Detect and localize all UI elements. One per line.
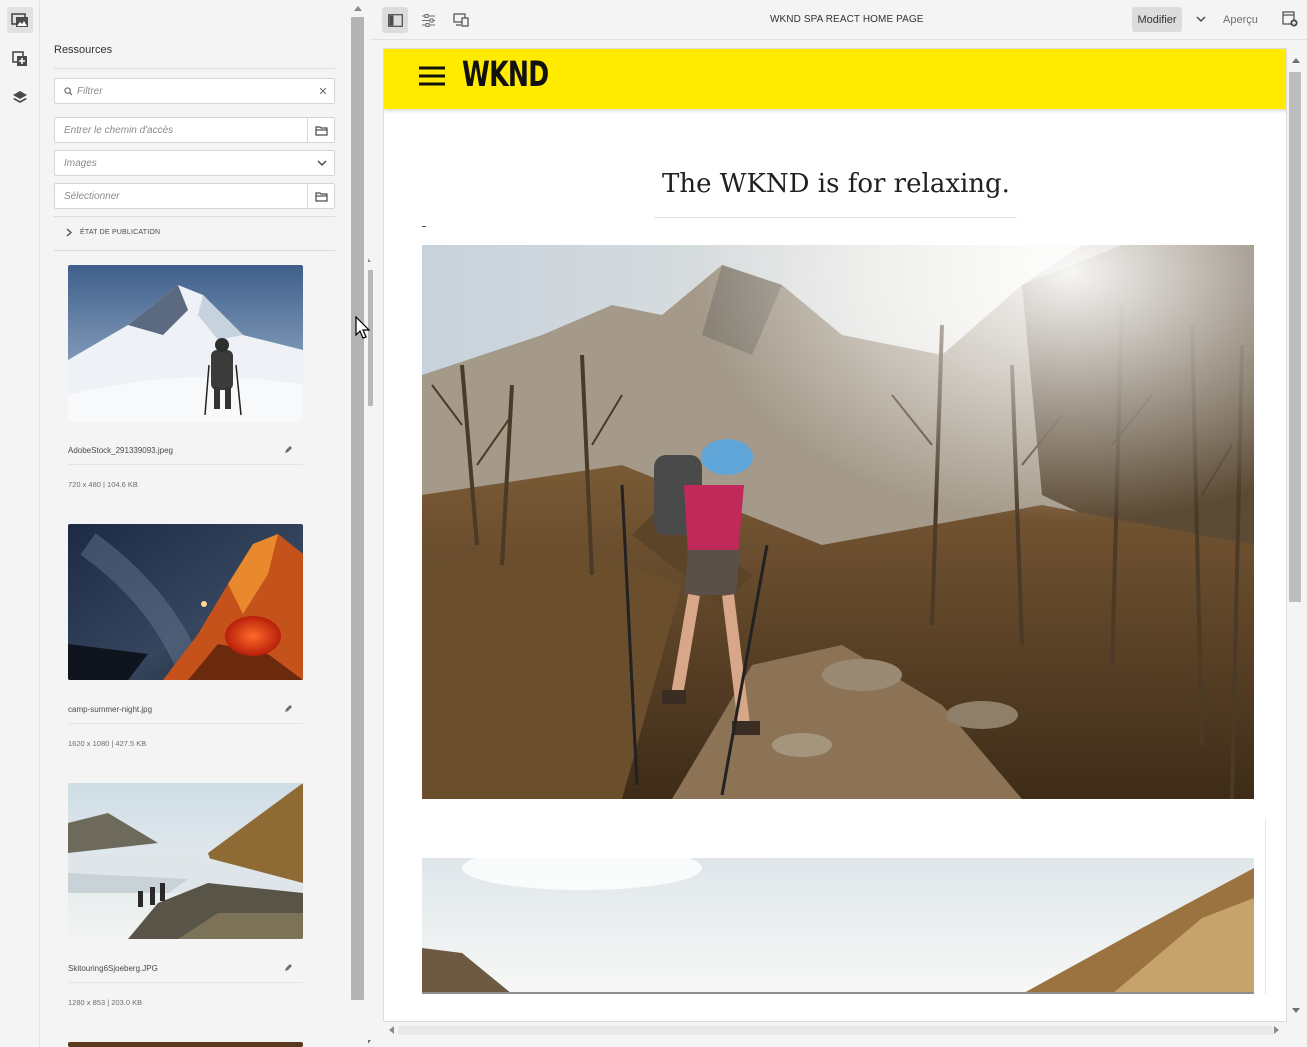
- asset-meta: 1280 x 853 | 203.0 KB: [68, 998, 143, 1007]
- second-image[interactable]: [422, 858, 1254, 994]
- asset-type-select[interactable]: Images: [54, 150, 335, 176]
- assets-panel: Ressources Filtrer ✕ Entrer le chemin d'…: [41, 0, 373, 1047]
- page-headline[interactable]: The WKND is for relaxing.: [384, 169, 1286, 199]
- edit-icon[interactable]: [284, 445, 293, 454]
- devices-icon: [453, 13, 469, 27]
- tags-placeholder: Sélectionner: [64, 190, 120, 202]
- page-title: WKND SPA REACT HOME PAGE: [770, 14, 924, 25]
- asset-meta: 720 x 480 | 104.6 KB: [68, 480, 138, 489]
- arrow-up-icon: [1292, 58, 1300, 63]
- edit-icon[interactable]: [284, 704, 293, 713]
- search-icon: [64, 86, 73, 96]
- asset-list: AdobeStock_291339093.jpeg 720 x 480 | 10…: [41, 252, 331, 1047]
- page-editor-frame[interactable]: WKND The WKND is for relaxing.: [383, 48, 1287, 1022]
- tags-field[interactable]: Sélectionner: [54, 183, 335, 209]
- tags-browse-button[interactable]: [307, 184, 334, 208]
- folder-icon: [314, 125, 328, 136]
- arrow-up-icon: [354, 6, 362, 11]
- path-browse-button[interactable]: [307, 118, 334, 142]
- arrow-down-icon: [1292, 1008, 1300, 1013]
- divider: [68, 464, 303, 465]
- annotations-button[interactable]: [1282, 11, 1298, 32]
- content-tree-tab-button[interactable]: [7, 85, 33, 111]
- emulator-button[interactable]: [448, 7, 474, 33]
- divider: [422, 992, 1254, 994]
- publication-status-toggle[interactable]: ÉTAT DE PUBLICATION: [66, 228, 160, 237]
- filter-input[interactable]: Filtrer ✕: [54, 78, 335, 104]
- path-field[interactable]: Entrer le chemin d'accès: [54, 117, 335, 143]
- edit-mode-button[interactable]: Modifier: [1132, 7, 1182, 32]
- mouse-cursor-icon: [355, 316, 370, 339]
- asset-card[interactable]: AdobeStock_291339093.jpeg 720 x 480 | 10…: [68, 265, 303, 489]
- preview-button[interactable]: Aperçu: [1223, 14, 1258, 26]
- editor-vertical-scroll-thumb[interactable]: [1289, 72, 1301, 602]
- asset-thumbnail[interactable]: [68, 524, 303, 680]
- divider: [1265, 819, 1266, 994]
- chevron-down-icon: [317, 159, 327, 166]
- filter-placeholder: Filtrer: [77, 85, 103, 97]
- asset-card[interactable]: [68, 1042, 303, 1047]
- toggle-side-panel-button[interactable]: [382, 7, 408, 33]
- editor-toolbar: WKND SPA REACT HOME PAGE Modifier Aperçu: [370, 0, 1307, 40]
- site-header: WKND: [384, 49, 1286, 109]
- edit-icon[interactable]: [284, 963, 293, 972]
- aem-editor-window: Ressources Filtrer ✕ Entrer le chemin d'…: [0, 0, 1307, 1047]
- side-panel-icon: [387, 13, 403, 27]
- site-logo[interactable]: WKND: [462, 55, 549, 95]
- divider: [68, 723, 303, 724]
- clear-icon[interactable]: ✕: [312, 85, 334, 98]
- components-tab-button[interactable]: [7, 46, 33, 72]
- sliders-icon: [421, 13, 435, 27]
- panel-scroll-thumb[interactable]: [351, 17, 364, 1000]
- divider: [68, 982, 303, 983]
- chevron-down-icon: [1196, 16, 1206, 23]
- assets-icon: [11, 13, 28, 27]
- page-properties-button[interactable]: [415, 7, 441, 33]
- path-placeholder: Entrer le chemin d'accès: [64, 124, 174, 136]
- asset-thumbnail[interactable]: [68, 1042, 303, 1047]
- asset-thumbnail[interactable]: [68, 783, 303, 939]
- headline-underline: [654, 217, 1017, 218]
- folder-icon: [314, 191, 328, 202]
- hero-image[interactable]: [422, 245, 1254, 799]
- placeholder-mark: [422, 226, 426, 227]
- side-rail: [0, 0, 40, 1047]
- assets-tab-button[interactable]: [7, 7, 33, 33]
- chevron-right-icon: [66, 228, 72, 237]
- editor-horizontal-scroll-thumb[interactable]: [398, 1026, 1273, 1035]
- publication-status-label: ÉTAT DE PUBLICATION: [80, 229, 161, 236]
- hamburger-menu-icon[interactable]: [419, 66, 445, 86]
- asset-name: camp-summer-night.jpg: [68, 705, 153, 714]
- asset-name: AdobeStock_291339093.jpeg: [68, 446, 173, 455]
- panel-title: Ressources: [54, 44, 113, 56]
- asset-type-value: Images: [64, 157, 97, 169]
- arrow-left-icon: [389, 1026, 394, 1034]
- asset-name: Skitouring6Sjoeberg.JPG: [68, 964, 158, 973]
- mode-dropdown-button[interactable]: [1190, 7, 1212, 32]
- components-icon: [12, 51, 27, 66]
- divider: [54, 216, 335, 217]
- asset-card[interactable]: camp-summer-night.jpg 1620 x 1080 | 427.…: [68, 524, 303, 748]
- divider: [54, 250, 335, 251]
- content-tree-icon: [13, 91, 27, 103]
- annotate-icon: [1282, 11, 1298, 27]
- arrow-right-icon: [1274, 1026, 1279, 1034]
- asset-card[interactable]: Skitouring6Sjoeberg.JPG 1280 x 853 | 203…: [68, 783, 303, 1007]
- asset-meta: 1620 x 1080 | 427.5 KB: [68, 739, 147, 748]
- divider: [54, 68, 335, 69]
- asset-thumbnail[interactable]: [68, 265, 303, 421]
